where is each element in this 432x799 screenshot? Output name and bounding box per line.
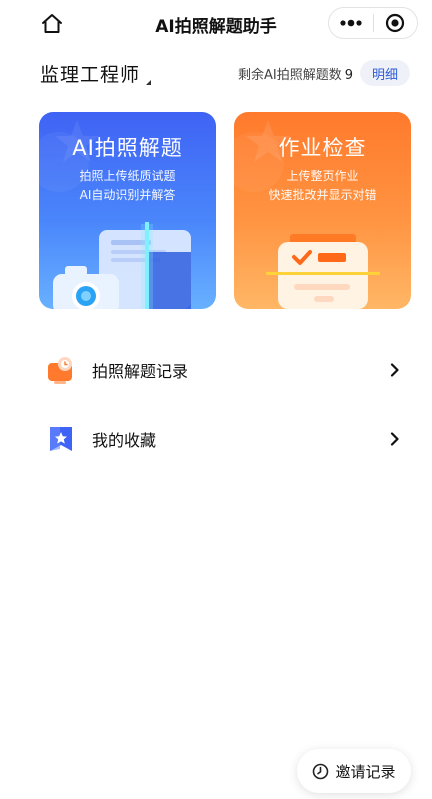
- list-item-label: 我的收藏: [92, 431, 157, 450]
- card-title: AI拍照解题: [72, 136, 183, 160]
- remaining-label: 剩余AI拍照解题数: [238, 68, 342, 83]
- remaining-number: 9: [344, 68, 354, 83]
- card-subtitle: 快速批改并显示对错: [268, 188, 377, 202]
- subject-selector[interactable]: 监理工程师: [40, 60, 152, 87]
- navigation-bar: AI拍照解题助手: [0, 0, 432, 46]
- list-item-photo-solve-history[interactable]: 拍照解题记录: [40, 345, 410, 395]
- card-subtitle: 上传整页作业: [286, 169, 359, 183]
- homework-check-card[interactable]: 作业检查 上传整页作业 快速批改并显示对错: [234, 112, 411, 309]
- invite-label: 邀请记录: [335, 762, 396, 781]
- home-button[interactable]: [38, 10, 66, 38]
- invite-records-button[interactable]: 邀请记录: [297, 749, 411, 793]
- remaining-count: 剩余AI拍照解题数 9: [238, 64, 353, 83]
- subject-name: 监理工程师: [40, 64, 141, 86]
- printer-check-icon: [266, 234, 380, 309]
- target-close-icon: [386, 13, 405, 33]
- card-subtitle: 拍照上传纸质试题: [79, 169, 176, 183]
- ai-photo-solve-card[interactable]: AI拍照解题 拍照上传纸质试题 AI自动识别并解答: [39, 112, 216, 309]
- card-title: 作业检查: [278, 136, 367, 160]
- clock-icon: [313, 763, 329, 779]
- more-dots-icon: [340, 19, 362, 27]
- list-item-label: 拍照解题记录: [92, 362, 189, 381]
- bookmark-star-icon: [46, 424, 76, 454]
- card-subtitle: AI自动识别并解答: [79, 188, 176, 202]
- dropdown-caret-icon: [146, 80, 152, 85]
- chevron-right-icon: [390, 432, 399, 446]
- close-button[interactable]: [373, 8, 417, 38]
- detail-button[interactable]: 明细: [360, 60, 410, 86]
- home-icon: [42, 14, 62, 33]
- chevron-right-icon: [390, 363, 399, 377]
- list-item-my-favorites[interactable]: 我的收藏: [40, 414, 410, 464]
- mini-program-capsule: [328, 7, 418, 39]
- more-button[interactable]: [329, 8, 373, 38]
- camera-document-icon: [53, 222, 191, 309]
- history-monitor-icon: [46, 355, 76, 385]
